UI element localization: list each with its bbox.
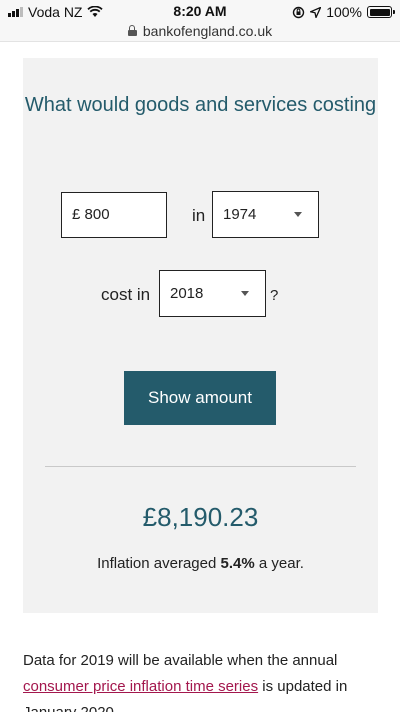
to-year-select[interactable]: 2018: [159, 270, 266, 317]
status-right: 100%: [292, 4, 395, 20]
data-availability-note: Data for 2019 will be available when the…: [23, 648, 378, 712]
note-text-before: Data for 2019 will be available when the…: [23, 652, 338, 669]
chevron-down-icon: [241, 291, 249, 296]
lock-icon: [127, 25, 137, 36]
from-year-value: 1974: [223, 206, 257, 223]
url-text: bankofengland.co.uk: [142, 22, 273, 39]
show-amount-button[interactable]: Show amount: [124, 371, 276, 425]
amount-input[interactable]: £ 800: [61, 192, 167, 238]
address-bar[interactable]: bankofengland.co.uk: [0, 20, 400, 42]
divider: [45, 466, 356, 467]
orientation-lock-icon: [292, 6, 305, 18]
result-amount: £8,190.23: [142, 502, 259, 532]
cost-in-label: cost in: [101, 285, 151, 304]
location-icon: [310, 6, 322, 18]
chevron-down-icon: [294, 212, 302, 217]
battery-percent: 100%: [326, 4, 362, 20]
inflation-prefix: Inflation averaged: [97, 555, 217, 572]
inflation-suffix: a year.: [258, 555, 304, 572]
in-label: in: [192, 206, 206, 225]
cpi-time-series-link[interactable]: consumer price inflation time series: [23, 678, 258, 695]
calculator-question: What would goods and services costing: [24, 94, 377, 116]
to-year-value: 2018: [170, 285, 204, 302]
inflation-calculator: What would goods and services costing £ …: [23, 58, 378, 613]
from-year-select[interactable]: 1974: [212, 191, 319, 238]
inflation-summary: Inflation averaged 5.4% a year.: [23, 555, 378, 572]
battery-icon: [367, 6, 395, 18]
question-mark: ?: [270, 287, 279, 304]
inflation-rate: 5.4%: [220, 555, 255, 572]
